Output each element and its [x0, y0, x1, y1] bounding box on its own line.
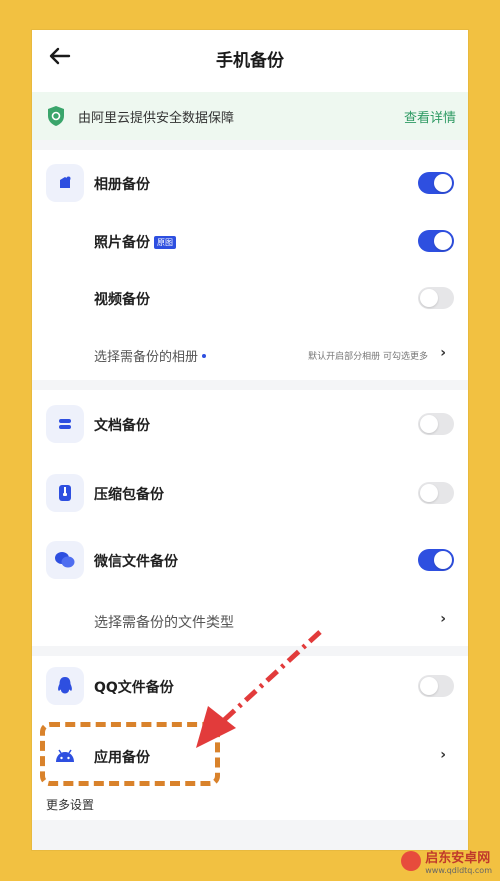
- zip-backup-toggle[interactable]: [418, 482, 454, 504]
- wechat-backup-label: 微信文件备份: [94, 554, 178, 570]
- document-icon: [46, 405, 84, 443]
- new-dot: [202, 354, 207, 358]
- docs-backup-row: 文档备份: [32, 402, 468, 446]
- wechat-icon: [46, 541, 84, 579]
- choose-album-hint: 默认开启部分相册 可勾选更多: [308, 352, 428, 362]
- album-backup-label: 相册备份: [94, 177, 150, 193]
- video-backup-toggle[interactable]: [418, 287, 454, 309]
- zip-icon: [46, 474, 84, 512]
- section-divider: [32, 140, 468, 150]
- choose-file-types-label: 选择需备份的文件类型: [94, 615, 234, 631]
- docs-backup-label: 文档备份: [94, 418, 150, 434]
- album-backup-row: 相册备份: [32, 161, 468, 205]
- wechat-backup-toggle[interactable]: [418, 549, 454, 571]
- watermark-logo-icon: [401, 851, 422, 871]
- qq-backup-row: QQ文件备份: [32, 664, 468, 708]
- security-notice-banner: 由阿里云提供安全数据保障 查看详情: [32, 92, 468, 140]
- docs-backup-toggle[interactable]: [418, 413, 454, 435]
- choose-album-label: 选择需备份的相册: [94, 346, 207, 365]
- shield-icon: [48, 106, 64, 126]
- video-backup-label: 视频备份: [94, 292, 150, 308]
- chevron-right-icon: ›: [440, 611, 446, 627]
- chevron-right-icon: ›: [440, 345, 446, 361]
- qq-backup-label: QQ文件备份: [94, 680, 174, 696]
- video-backup-row: 视频备份: [32, 276, 468, 320]
- notice-text: 由阿里云提供安全数据保障: [78, 111, 235, 126]
- watermark-url: www.qdldtq.com: [425, 866, 492, 875]
- photo-backup-row: 照片备份 原图: [32, 219, 468, 263]
- qq-icon: [46, 667, 84, 705]
- choose-file-types-row[interactable]: 选择需备份的文件类型 ›: [32, 598, 468, 642]
- view-details-link[interactable]: 查看详情: [404, 107, 456, 126]
- page-title: 手机备份: [216, 51, 284, 71]
- photo-backup-label: 照片备份 原图: [94, 232, 176, 252]
- photo-backup-toggle[interactable]: [418, 230, 454, 252]
- watermark-logo: 启东安卓网 www.qdldtq.com: [401, 847, 492, 875]
- choose-album-row[interactable]: 选择需备份的相册 默认开启部分相册 可勾选更多 ›: [32, 332, 468, 376]
- chevron-right-icon: ›: [440, 747, 446, 763]
- album-backup-toggle[interactable]: [418, 172, 454, 194]
- zip-backup-label: 压缩包备份: [94, 487, 164, 503]
- section-divider: [32, 380, 468, 390]
- highlight-box: [40, 722, 220, 786]
- wechat-backup-row: 微信文件备份: [32, 538, 468, 582]
- original-badge: 原图: [154, 236, 176, 249]
- qq-backup-toggle[interactable]: [418, 675, 454, 697]
- section-divider: [32, 646, 468, 656]
- more-settings-label: 更多设置: [46, 798, 95, 812]
- bottom-section: [32, 820, 468, 850]
- album-icon: [46, 164, 84, 202]
- zip-backup-row: 压缩包备份: [32, 471, 468, 515]
- top-bar: 手机备份: [32, 30, 468, 86]
- watermark-name: 启东安卓网: [425, 851, 491, 866]
